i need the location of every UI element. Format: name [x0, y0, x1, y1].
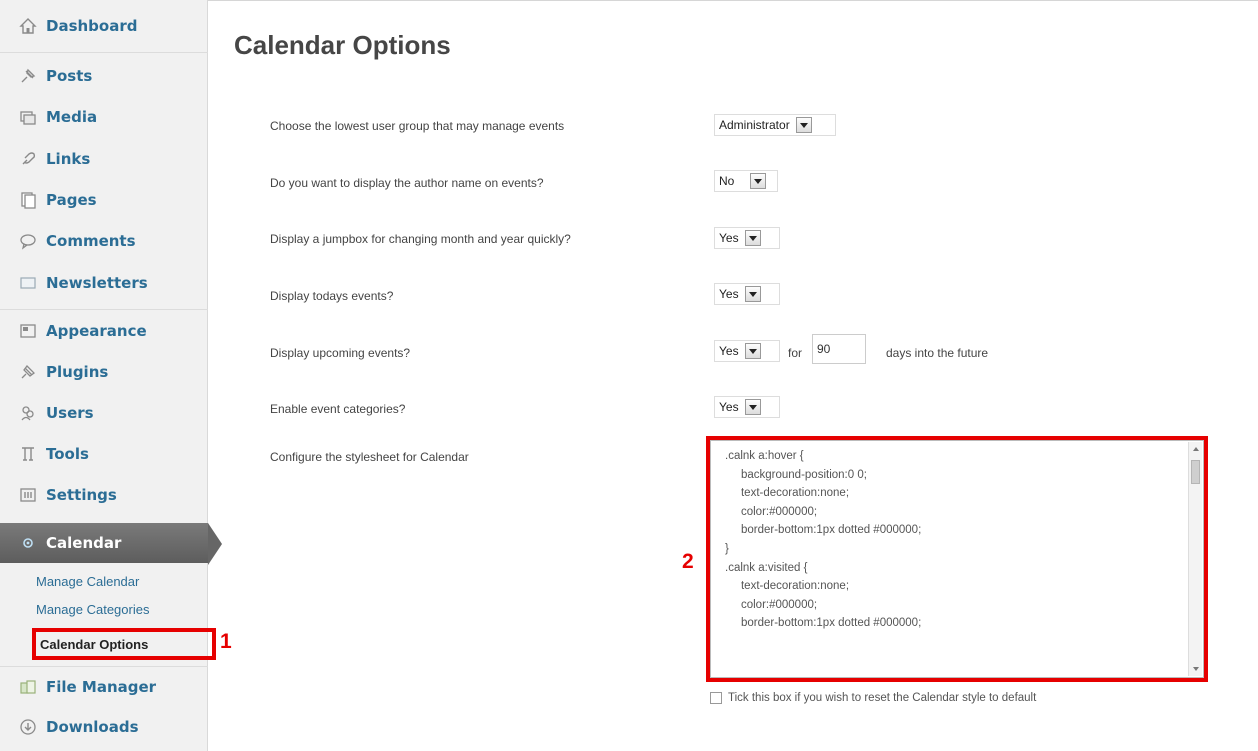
display-author-select[interactable]: No: [714, 170, 778, 192]
chevron-down-icon: [744, 286, 761, 302]
upcoming-days-suffix: days into the future: [886, 346, 989, 360]
upcoming-for-label: for: [788, 346, 803, 360]
sidebar-item-label: Comments: [46, 232, 136, 250]
annotation-number-2: 2: [682, 550, 694, 573]
upcoming-days-input[interactable]: [812, 334, 866, 364]
sidebar-separator: [0, 52, 208, 53]
reset-style-label: Tick this box if you wish to reset the C…: [728, 692, 1037, 704]
categories-select[interactable]: Yes: [714, 396, 780, 418]
plugin-icon: [18, 362, 38, 382]
settings-icon: [18, 485, 38, 505]
sidebar-item-label: Pages: [46, 191, 97, 209]
sidebar-item-label: Dashboard: [46, 17, 138, 35]
scroll-down-icon[interactable]: [1191, 664, 1201, 674]
sidebar-item-pages[interactable]: Pages: [0, 180, 208, 220]
manage-group-select[interactable]: Administrator: [714, 114, 836, 136]
option-label-categories: Enable event categories?: [270, 402, 406, 416]
sidebar-item-media[interactable]: Media: [0, 97, 208, 137]
stylesheet-editor: .calnk a:hover { background-position:0 0…: [706, 436, 1208, 682]
option-label-todays-events: Display todays events?: [270, 289, 394, 303]
top-rule: [208, 0, 1258, 1]
page-title: Calendar Options: [234, 30, 451, 60]
users-icon: [18, 403, 38, 423]
option-label-jumpbox: Display a jumpbox for changing month and…: [270, 232, 571, 246]
scroll-up-icon[interactable]: [1191, 444, 1201, 454]
stylesheet-scrollbar[interactable]: [1188, 442, 1202, 676]
sidebar-item-downloads[interactable]: Downloads: [0, 707, 208, 747]
submenu-manage-categories[interactable]: Manage Categories: [36, 602, 149, 617]
pin-icon: [18, 66, 38, 86]
sidebar-item-label: Plugins: [46, 363, 109, 381]
sidebar-item-label: Downloads: [46, 718, 139, 736]
house-icon: [18, 16, 38, 36]
admin-sidebar: Dashboard Posts Media Links Pages Commen…: [0, 0, 222, 751]
sidebar-item-newsletters[interactable]: Newsletters: [0, 263, 208, 303]
chevron-down-icon: [744, 230, 761, 246]
scroll-thumb[interactable]: [1191, 460, 1200, 484]
chevron-down-icon: [744, 343, 761, 359]
option-label-upcoming-events: Display upcoming events?: [270, 346, 411, 360]
file-manager-icon: [18, 677, 38, 697]
reset-style-checkbox[interactable]: [710, 692, 722, 704]
jumpbox-select[interactable]: Yes: [714, 227, 780, 249]
chevron-down-icon: [750, 173, 767, 189]
select-value: Yes: [719, 231, 739, 245]
select-value: Yes: [719, 344, 739, 358]
gear-icon: [18, 533, 38, 553]
sidebar-item-file-manager[interactable]: File Manager: [0, 667, 208, 707]
sidebar-item-label: Links: [46, 150, 91, 168]
sidebar-item-dashboard[interactable]: Dashboard: [0, 6, 208, 46]
appearance-icon: [18, 321, 38, 341]
sidebar-item-label: Posts: [46, 67, 93, 85]
sidebar-item-users[interactable]: Users: [0, 393, 208, 433]
newsletter-icon: [18, 273, 38, 293]
sidebar-item-label: Media: [46, 108, 98, 126]
chevron-down-icon: [744, 399, 761, 415]
sidebar-item-label: Users: [46, 404, 94, 422]
submenu-manage-calendar[interactable]: Manage Calendar: [36, 574, 139, 589]
sidebar-item-label: Appearance: [46, 322, 147, 340]
upcoming-events-select[interactable]: Yes: [714, 340, 780, 362]
sidebar-item-links[interactable]: Links: [0, 139, 208, 179]
reset-style-row: Tick this box if you wish to reset the C…: [710, 692, 1036, 704]
select-value: Yes: [719, 400, 739, 414]
downloads-icon: [18, 717, 38, 737]
sidebar-item-label: Settings: [46, 486, 117, 504]
sidebar-item-plugins[interactable]: Plugins: [0, 352, 208, 392]
sidebar-item-comments[interactable]: Comments: [0, 221, 208, 261]
stylesheet-textarea[interactable]: .calnk a:hover { background-position:0 0…: [710, 440, 1204, 678]
sidebar-item-posts[interactable]: Posts: [0, 56, 208, 96]
sidebar-item-label: Calendar: [46, 534, 122, 552]
option-label-stylesheet: Configure the stylesheet for Calendar: [270, 450, 469, 464]
sidebar-item-label: Tools: [46, 445, 89, 463]
option-label-manage-group: Choose the lowest user group that may ma…: [270, 119, 565, 133]
sidebar-item-appearance[interactable]: Appearance: [0, 311, 208, 351]
sidebar-item-label: File Manager: [46, 678, 157, 696]
option-label-display-author: Do you want to display the author name o…: [270, 176, 544, 190]
todays-events-select[interactable]: Yes: [714, 283, 780, 305]
submenu-calendar-options[interactable]: Calendar Options: [32, 628, 216, 660]
sidebar-item-settings[interactable]: Settings: [0, 475, 208, 515]
select-value: No: [719, 174, 735, 188]
tools-icon: [18, 444, 38, 464]
chevron-down-icon: [795, 117, 812, 133]
sidebar-item-tools[interactable]: Tools: [0, 434, 208, 474]
sidebar-item-label: Newsletters: [46, 274, 148, 292]
sidebar-item-calendar[interactable]: Calendar: [0, 523, 222, 565]
select-value: Yes: [719, 287, 739, 301]
select-value: Administrator: [719, 118, 790, 132]
media-icon: [18, 107, 38, 127]
sidebar-separator: [0, 309, 208, 310]
link-icon: [18, 149, 38, 169]
comment-icon: [18, 231, 38, 251]
pages-icon: [18, 190, 38, 210]
annotation-number-1: 1: [220, 630, 232, 653]
